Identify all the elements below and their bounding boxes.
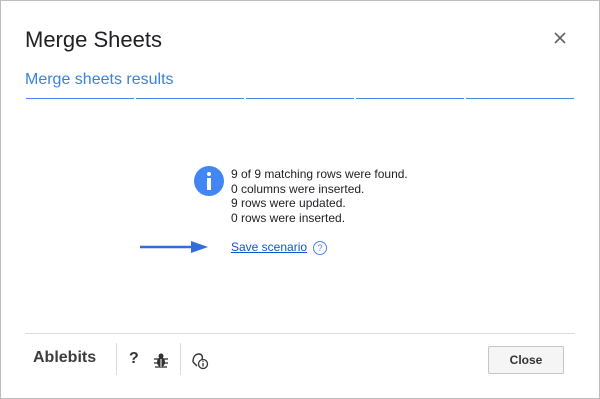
progress-segment [466, 98, 574, 99]
info-icon [194, 166, 224, 196]
step-progress-bar [26, 98, 574, 100]
step-title: Merge sheets results [25, 71, 174, 88]
save-scenario-link[interactable]: Save scenario [231, 240, 307, 254]
result-message: 0 rows were inserted. [231, 210, 346, 225]
result-message: 0 columns were inserted. [231, 181, 365, 196]
result-message: 9 rows were updated. [231, 196, 346, 210]
feedback-icon[interactable] [190, 350, 210, 370]
close-icon[interactable] [551, 29, 569, 47]
progress-segment [136, 98, 244, 99]
footer-separator [116, 343, 117, 375]
help-button[interactable]: ? [129, 350, 139, 368]
results-summary: 9 of 9 matching rows were found. 0 colum… [231, 167, 408, 225]
close-button[interactable]: Close [488, 346, 564, 374]
brand-logo: Ablebits [33, 349, 97, 366]
progress-segment [246, 98, 354, 99]
progress-segment [356, 98, 464, 99]
help-icon[interactable]: ? [313, 241, 327, 255]
bug-icon[interactable] [153, 352, 169, 368]
merge-sheets-dialog: Merge Sheets Merge sheets results 9 of 9… [0, 0, 600, 399]
dialog-title: Merge Sheets [25, 27, 162, 52]
result-message: 9 of 9 matching rows were found. [231, 167, 408, 181]
footer-divider [25, 333, 575, 334]
footer-separator [180, 343, 181, 375]
progress-segment [26, 98, 134, 99]
arrow-icon [140, 241, 208, 253]
